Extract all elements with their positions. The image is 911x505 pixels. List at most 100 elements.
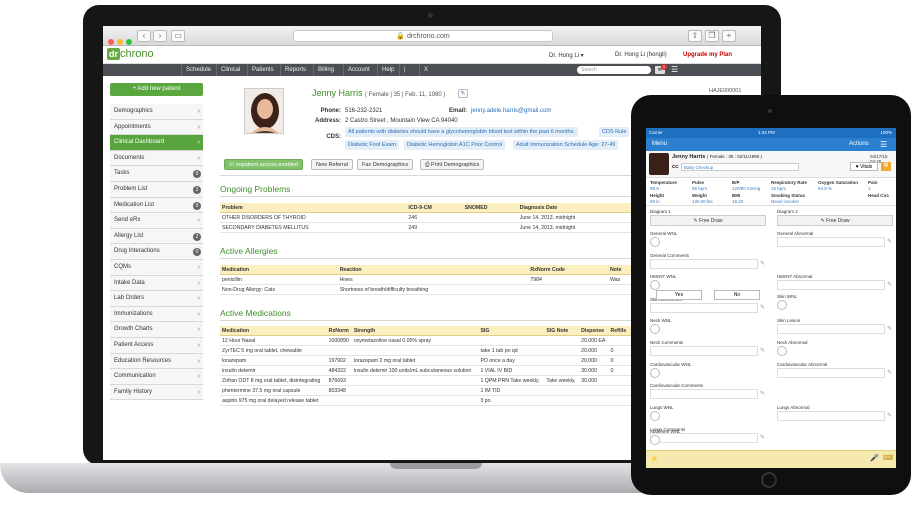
note-icon[interactable]: ▤ bbox=[881, 162, 891, 171]
cds-alert-foot-exam[interactable]: Diabetic Foot Exam bbox=[345, 140, 399, 150]
column-header[interactable]: Diagnosis Date bbox=[517, 203, 640, 213]
pencil-icon[interactable]: ✎ bbox=[760, 390, 765, 397]
table-row[interactable]: phentermine 37.5 mg oral capsule 803348 1 … bbox=[220, 385, 650, 396]
yes-button[interactable]: Yes bbox=[656, 290, 702, 300]
print-demographics-button[interactable]: ⎙ Print Demographics bbox=[420, 159, 485, 170]
close-window-icon[interactable] bbox=[108, 39, 114, 45]
ipad-actions-button[interactable]: Actions bbox=[849, 138, 869, 151]
vital-value[interactable]: 15 bpm bbox=[771, 186, 786, 191]
pencil-icon[interactable]: ✎ bbox=[887, 281, 892, 288]
minimize-window-icon[interactable] bbox=[117, 39, 123, 45]
text-input[interactable] bbox=[650, 259, 758, 269]
onpatient-access-button[interactable]: ☑ onpatient access enabled bbox=[224, 159, 303, 170]
pencil-icon[interactable]: ✎ bbox=[760, 304, 765, 311]
toggle[interactable] bbox=[777, 300, 787, 310]
sidebar-icon[interactable]: ▭ bbox=[171, 30, 185, 42]
column-header[interactable]: RxNorm bbox=[326, 326, 352, 336]
vital-value[interactable]: 130.00 lbs bbox=[692, 199, 713, 204]
sidebar-item[interactable]: Tasks 0 bbox=[110, 166, 203, 182]
text-input[interactable] bbox=[650, 346, 758, 356]
pencil-icon[interactable]: ✎ bbox=[887, 238, 892, 245]
text-input[interactable] bbox=[777, 280, 885, 290]
table-row[interactable]: 12 Hour Nasal 1000890 oxymetazoline nasal … bbox=[220, 335, 650, 346]
mic-icon[interactable]: 🎤 bbox=[870, 454, 879, 462]
nav-account[interactable]: Account bbox=[343, 64, 374, 76]
drchrono-logo[interactable]: dr chrono bbox=[107, 48, 154, 60]
cds-alert-a1c[interactable]: Diabetic Hemoglobin A1C Poor Control bbox=[404, 140, 506, 150]
free-draw-button-2[interactable]: ✎ Free Draw bbox=[777, 215, 893, 226]
tabs-icon[interactable]: ❐ bbox=[705, 30, 719, 42]
share-icon[interactable]: ⇧ bbox=[688, 30, 702, 42]
vitals-button[interactable]: ♥ Vitals bbox=[850, 162, 878, 171]
text-input[interactable] bbox=[650, 303, 758, 313]
new-tab-icon[interactable]: + bbox=[722, 30, 736, 42]
free-draw-button-1[interactable]: ✎ Free Draw bbox=[650, 215, 766, 226]
pencil-icon[interactable]: ✎ bbox=[887, 412, 892, 419]
ipad-menu-button[interactable]: Menu bbox=[652, 138, 667, 151]
vital-value[interactable]: 98.6 bbox=[650, 186, 659, 191]
nav-billing[interactable]: Billing bbox=[313, 64, 338, 76]
back-icon[interactable]: ‹ bbox=[137, 30, 151, 42]
table-row[interactable]: SECONDARY DIABETES MELLITUS 249 June 14, 2… bbox=[220, 222, 640, 233]
sidebar-item[interactable]: Immunizations › bbox=[110, 306, 203, 323]
cds-alert-glycohemoglobin[interactable]: All patients with diabetes should have a… bbox=[345, 127, 578, 137]
cds-alert-immunization[interactable]: Adult Immunization Schedule Age: 27-49 bbox=[513, 140, 619, 150]
nav-close-icon[interactable]: X bbox=[419, 64, 432, 76]
user-menu[interactable]: Dr. Hong Li ▾ bbox=[549, 52, 584, 59]
zoom-window-icon[interactable] bbox=[126, 39, 132, 45]
column-header[interactable]: Medication bbox=[220, 265, 338, 275]
sidebar-item[interactable]: Lab Orders › bbox=[110, 291, 203, 307]
column-header[interactable]: Dispense bbox=[579, 326, 609, 336]
text-input[interactable] bbox=[777, 411, 885, 421]
column-header[interactable]: Medication bbox=[220, 326, 327, 336]
sidebar-item[interactable]: Documents › bbox=[110, 150, 203, 167]
email-link[interactable]: jenny.adele.harris@gmail.com bbox=[471, 108, 551, 114]
vital-value[interactable]: 86 bpm bbox=[692, 186, 707, 191]
text-input[interactable] bbox=[777, 324, 885, 334]
nav-schedule[interactable]: Schedule bbox=[181, 64, 215, 76]
sidebar-item[interactable]: Intake Data › bbox=[110, 275, 203, 292]
column-header[interactable]: SNOMED bbox=[462, 203, 518, 213]
sidebar-item[interactable]: Problem List 2 bbox=[110, 181, 203, 198]
nav-help[interactable]: Help bbox=[377, 64, 398, 76]
text-input[interactable] bbox=[777, 237, 885, 247]
text-input[interactable] bbox=[650, 433, 758, 443]
ipad-list-icon[interactable]: ☰ bbox=[880, 138, 887, 151]
toggle[interactable] bbox=[650, 280, 660, 290]
toggle[interactable] bbox=[650, 368, 660, 378]
column-header[interactable]: ICD-9-CM bbox=[406, 203, 463, 213]
toggle[interactable] bbox=[650, 324, 660, 334]
text-input[interactable] bbox=[777, 368, 885, 378]
sidebar-item[interactable]: Demographics › bbox=[110, 104, 203, 120]
table-row[interactable]: penicillin Hives 7984 Was bbox=[220, 274, 640, 285]
flash-icon[interactable]: ⚡ bbox=[650, 455, 659, 463]
chief-complaint-field[interactable]: Baby Checkup bbox=[681, 163, 799, 171]
column-header[interactable]: Strength bbox=[351, 326, 479, 336]
table-row[interactable]: OTHER DISORDERS OF THYROID 246 June 14, 20… bbox=[220, 212, 640, 223]
table-row[interactable]: Zofran ODT 8 mg oral tablet, disintegrat… bbox=[220, 375, 650, 386]
toggle[interactable] bbox=[650, 411, 660, 421]
table-row[interactable]: insulin detemir 484322 insulin detemir 100… bbox=[220, 365, 650, 376]
sidebar-item[interactable]: Education Resources › bbox=[110, 353, 203, 370]
column-header[interactable]: Problem bbox=[220, 203, 407, 213]
table-row[interactable]: ZyrTEC 5 mg oral tablet, chewable take 1 … bbox=[220, 345, 650, 356]
nav-clinical[interactable]: Clinical bbox=[216, 64, 244, 76]
fax-demographics-button[interactable]: Fax Demographics bbox=[357, 159, 414, 170]
pencil-icon[interactable]: ✎ bbox=[887, 369, 892, 376]
vital-value[interactable]: 19.20 bbox=[732, 199, 743, 204]
vital-value[interactable]: 94.8 % bbox=[818, 186, 832, 191]
add-patient-button[interactable]: + Add new patient bbox=[110, 83, 203, 96]
toggle[interactable] bbox=[777, 346, 787, 356]
pencil-icon[interactable]: ✎ bbox=[760, 434, 765, 441]
sidebar-item[interactable]: Drug Interactions 0 bbox=[110, 244, 203, 260]
menu-icon[interactable]: ☰ bbox=[671, 65, 678, 75]
vital-value[interactable]: 120/80 mmHg bbox=[732, 186, 760, 191]
pencil-icon[interactable]: ✎ bbox=[760, 260, 765, 267]
sidebar-item[interactable]: Communication › bbox=[110, 369, 203, 385]
table-row[interactable]: aspirin 975 mg oral delayed release tabl… bbox=[220, 395, 650, 406]
ipad-home-button[interactable] bbox=[761, 472, 777, 488]
cds-rule-link[interactable]: CDS Rule bbox=[599, 127, 630, 137]
sidebar-item[interactable]: Allergy List 2 bbox=[110, 228, 203, 245]
vital-value[interactable]: 69 in bbox=[650, 199, 660, 204]
vital-value[interactable]: Never smoker bbox=[771, 199, 799, 204]
